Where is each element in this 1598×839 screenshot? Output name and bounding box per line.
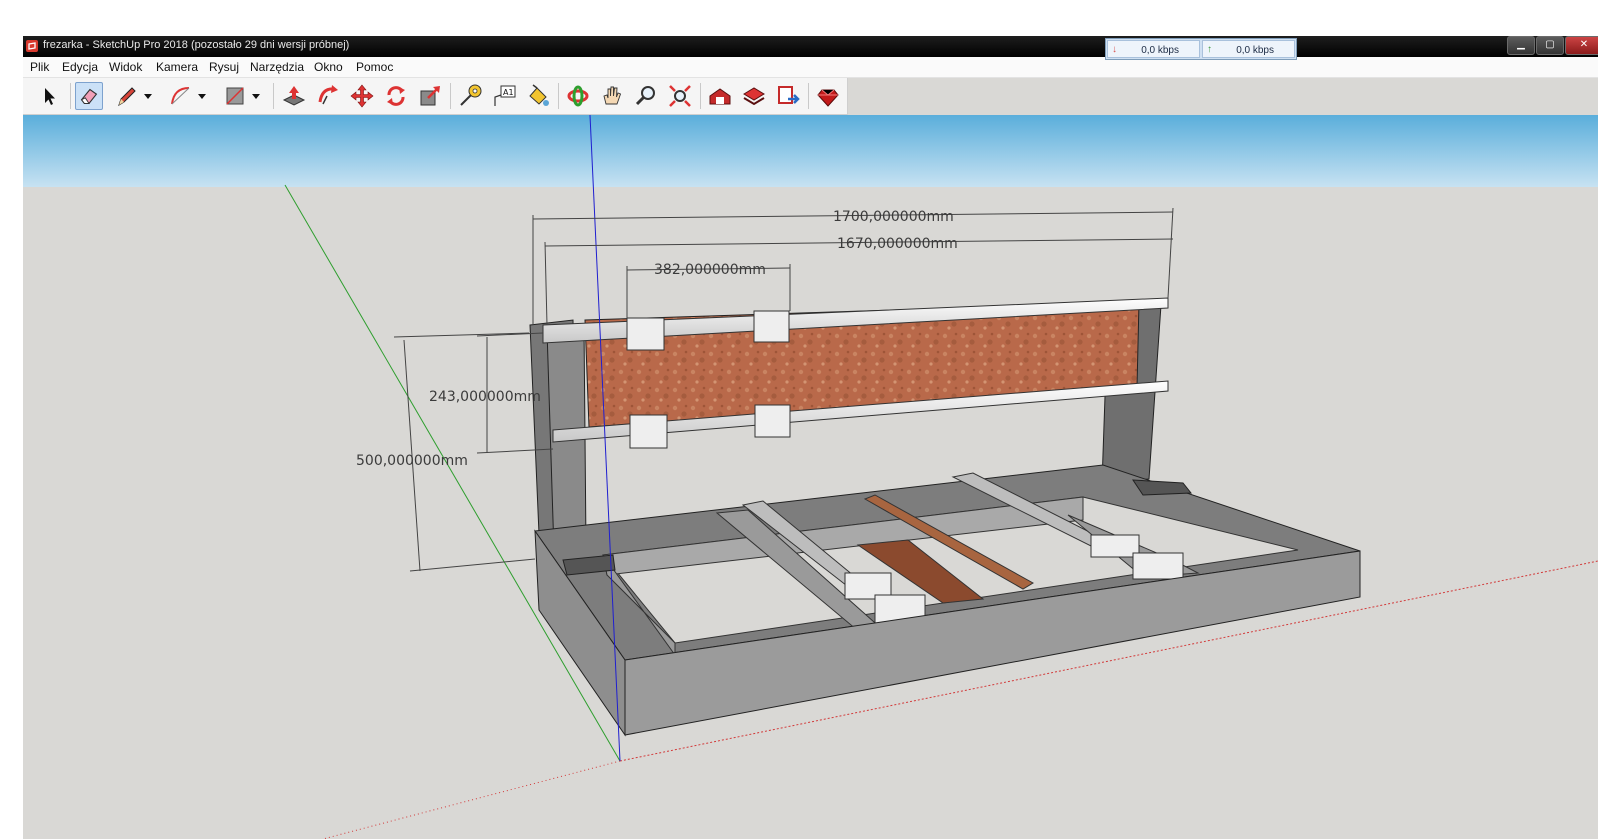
zoom-icon[interactable] bbox=[632, 82, 660, 110]
arc-dropdown-chevron-down-icon[interactable] bbox=[195, 82, 209, 110]
line-dropdown-chevron-down-icon[interactable] bbox=[141, 82, 155, 110]
tape-measure-icon[interactable] bbox=[456, 82, 484, 110]
scale-icon[interactable] bbox=[416, 82, 444, 110]
select-arrow-icon[interactable] bbox=[35, 82, 63, 110]
ruby-console-icon[interactable] bbox=[814, 82, 842, 110]
y-carriage-right-back[interactable] bbox=[1090, 534, 1140, 558]
window-title: frezarka - SketchUp Pro 2018 (pozostało … bbox=[43, 39, 350, 51]
download-speed-value: 0,0 kbps bbox=[1141, 45, 1179, 56]
sketchup-window: frezarka - SketchUp Pro 2018 (pozostało … bbox=[23, 36, 1598, 839]
follow-me-icon[interactable] bbox=[314, 82, 342, 110]
dimension-gantry-height[interactable]: 500,000000mm bbox=[356, 453, 468, 469]
upper-carriage-left[interactable] bbox=[626, 317, 665, 351]
rotate-icon[interactable] bbox=[382, 82, 410, 110]
menu-edycja[interactable]: Edycja bbox=[62, 60, 98, 74]
minimize-button[interactable]: ▁ bbox=[1507, 36, 1535, 55]
warehouse-icon[interactable] bbox=[706, 82, 734, 110]
paint-bucket-icon[interactable] bbox=[524, 82, 552, 110]
menu-plik[interactable]: Plik bbox=[30, 60, 49, 74]
close-button[interactable]: ✕ bbox=[1565, 36, 1598, 55]
upload-arrow-icon: ↑ bbox=[1207, 44, 1212, 55]
network-monitor: ↓ 0,0 kbps ↑ 0,0 kbps bbox=[1105, 38, 1297, 60]
red-axis-negative-line bbox=[322, 760, 621, 839]
menu-widok[interactable]: Widok bbox=[109, 60, 142, 74]
dimension-overall-length[interactable]: 1700,000000mm bbox=[833, 209, 954, 225]
lower-carriage-right[interactable] bbox=[754, 404, 791, 438]
download-speed: ↓ 0,0 kbps bbox=[1107, 40, 1200, 58]
menu-bar: Plik Edycja Widok Kamera Rysuj Narzędzia… bbox=[23, 57, 1598, 78]
move-icon[interactable] bbox=[348, 82, 376, 110]
extension-warehouse-icon[interactable] bbox=[740, 82, 768, 110]
sketchup-logo-icon bbox=[26, 40, 38, 52]
arc-icon[interactable] bbox=[167, 82, 195, 110]
text-tool-glyph: A1 bbox=[503, 88, 514, 97]
foot-pad-right bbox=[1132, 479, 1193, 496]
menu-kamera[interactable]: Kamera bbox=[156, 60, 198, 74]
text-label-icon[interactable]: A1 bbox=[490, 82, 518, 110]
model-viewport[interactable]: 1700,000000mm 1670,000000mm 382,000000mm… bbox=[23, 115, 1598, 839]
menu-pomoc[interactable]: Pomoc bbox=[356, 60, 393, 74]
rectangle-dropdown-chevron-down-icon[interactable] bbox=[249, 82, 263, 110]
title-bar: frezarka - SketchUp Pro 2018 (pozostało … bbox=[23, 36, 1598, 57]
pencil-line-icon[interactable] bbox=[113, 82, 141, 110]
push-pull-icon[interactable] bbox=[280, 82, 308, 110]
dimension-carriage-spacing[interactable]: 382,000000mm bbox=[654, 262, 766, 278]
y-carriage-right-front[interactable] bbox=[1132, 552, 1184, 580]
lower-carriage-left[interactable] bbox=[629, 414, 668, 449]
main-toolbar: A1 bbox=[23, 78, 848, 115]
dimension-inner-length[interactable]: 1670,000000mm bbox=[837, 236, 958, 252]
upload-speed-value: 0,0 kbps bbox=[1236, 45, 1274, 56]
menu-narzedzia[interactable]: Narzędzia bbox=[250, 60, 304, 74]
eraser-icon[interactable] bbox=[75, 82, 103, 110]
menu-rysuj[interactable]: Rysuj bbox=[209, 60, 239, 74]
pan-hand-icon[interactable] bbox=[598, 82, 626, 110]
maximize-button[interactable]: ▢ bbox=[1536, 36, 1564, 55]
zoom-extents-icon[interactable] bbox=[666, 82, 694, 110]
dimension-rail-spacing[interactable]: 243,000000mm bbox=[429, 389, 541, 405]
rectangle-icon[interactable] bbox=[221, 82, 249, 110]
download-arrow-icon: ↓ bbox=[1112, 44, 1117, 55]
model-scene[interactable]: 1700,000000mm 1670,000000mm 382,000000mm… bbox=[23, 115, 1598, 839]
upper-carriage-right[interactable] bbox=[753, 310, 790, 343]
orbit-icon[interactable] bbox=[564, 82, 592, 110]
window-controls: ▁ ▢ ✕ bbox=[1507, 36, 1598, 55]
menu-okno[interactable]: Okno bbox=[314, 60, 343, 74]
send-to-layout-icon[interactable] bbox=[774, 82, 802, 110]
upload-speed: ↑ 0,0 kbps bbox=[1202, 40, 1295, 58]
